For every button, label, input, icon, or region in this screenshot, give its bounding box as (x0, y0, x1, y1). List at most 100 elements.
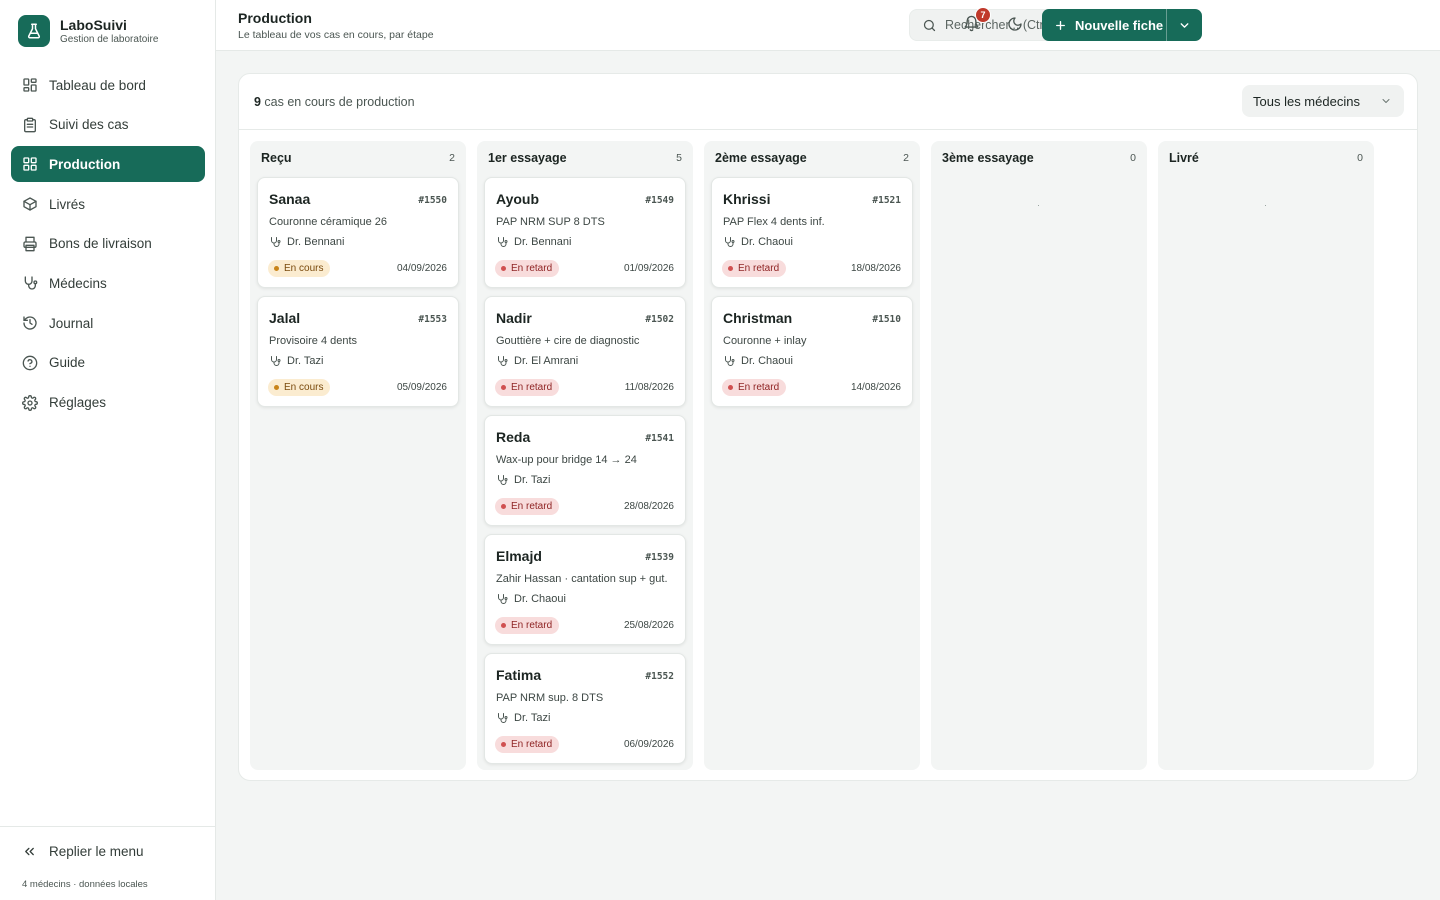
case-description: Couronne céramique 26 (269, 216, 388, 228)
dashboard-icon (22, 77, 38, 93)
status-label: En retard (738, 263, 780, 274)
column-title: 2ème essayage (715, 151, 807, 165)
case-doctor: Dr. Tazi (496, 474, 550, 486)
case-doctor: Dr. Chaoui (723, 355, 793, 367)
case-due-date: 11/08/2026 (624, 382, 674, 393)
case-patient-name: Nadir (496, 310, 532, 326)
column-count: 2 (903, 152, 909, 164)
sidebar-item-tableau-de-bord[interactable]: Tableau de bord (11, 67, 205, 103)
case-doctor-name: Dr. Chaoui (741, 355, 793, 367)
case-patient-name: Reda (496, 429, 531, 445)
status-dot (728, 266, 733, 271)
sidebar-item-journal[interactable]: Journal (11, 305, 205, 341)
case-patient-name: Fatima (496, 667, 542, 683)
sidebar-item-label: Médecins (49, 275, 107, 291)
column-count: 0 (1130, 152, 1136, 164)
collapse-menu-button[interactable]: Replier le menu (22, 844, 144, 859)
gear-icon (22, 394, 38, 411)
case-card[interactable]: Christman #1510 Couronne + inlay Dr. Chaoui… (711, 296, 913, 407)
status-badge: En retard (722, 379, 787, 396)
case-doctor: Dr. Chaoui (723, 236, 793, 248)
production-board: 9 cas en cours de production Tous les mé… (238, 73, 1418, 781)
kanban-column: 2ème essayage 2 Khrissi #1521 PAP Flex 4 den… (704, 141, 920, 770)
status-badge: En retard (495, 736, 560, 753)
column-header: Livré 0 (1158, 141, 1374, 175)
case-doctor: Dr. Bennani (496, 236, 571, 248)
status-label: En retard (738, 382, 780, 393)
case-card[interactable]: Jalal #1553 Provisoire 4 dents Dr. Tazi En c… (257, 296, 459, 407)
dark-mode-moon-icon[interactable] (1007, 16, 1025, 34)
sidebar-item-reglages[interactable]: Réglages (11, 385, 205, 421)
case-description: PAP NRM sup. 8 DTS (496, 692, 604, 704)
page-subtitle: Le tableau de vos cas en cours, par étap… (238, 29, 434, 41)
brand-name: LaboSuivi (60, 16, 127, 33)
case-due-date: 18/08/2026 (850, 263, 901, 274)
empty-column-marker (1265, 205, 1266, 206)
case-due-date: 05/09/2026 (396, 382, 447, 393)
status-badge: En retard (495, 379, 560, 396)
case-id: #1550 (418, 195, 447, 206)
stethoscope-icon (496, 236, 508, 248)
case-doctor-name: Dr. Bennani (287, 236, 345, 248)
case-due-date: 14/08/2026 (850, 382, 901, 393)
case-description: Wax-up pour bridge 14 → 24 (496, 454, 637, 466)
new-sheet-dropdown-button[interactable] (1166, 9, 1202, 41)
case-description: Zahir Hassan · cantation sup + gut. (496, 573, 668, 585)
case-card[interactable]: Nadir #1502 Gouttière + cire de diagnostic… (484, 296, 686, 407)
page-title: Production (238, 10, 312, 26)
stethoscope-icon (496, 474, 508, 486)
status-badge: En cours (268, 260, 331, 277)
brand[interactable]: LaboSuivi Gestion de laboratoire (18, 15, 158, 47)
case-card[interactable]: Fatima #1552 PAP NRM sup. 8 DTS Dr. Tazi En … (484, 653, 686, 764)
sidebar-item-bons-de-livraison[interactable]: Bons de livraison (11, 226, 205, 262)
sidebar-item-medecins[interactable]: Médecins (11, 265, 205, 301)
case-doctor: Dr. Bennani (269, 236, 344, 248)
case-card[interactable]: Elmajd #1539 Zahir Hassan · cantation sup … (484, 534, 686, 645)
status-label: En retard (511, 620, 553, 631)
sidebar-item-label: Journal (49, 315, 94, 331)
sidebar-item-suivi-des-cas[interactable]: Suivi des cas (11, 107, 205, 143)
doctor-filter-select[interactable]: Tous les médecins (1242, 85, 1404, 117)
case-card[interactable]: Khrissi #1521 PAP Flex 4 dents inf. Dr. Cha… (711, 177, 913, 288)
topbar: Production Le tableau de vos cas en cour… (216, 0, 1440, 51)
clipboard-icon (22, 117, 38, 133)
case-doctor-name: Dr. Tazi (287, 355, 324, 367)
column-count: 5 (676, 152, 682, 164)
sidebar-item-production[interactable]: Production (11, 146, 205, 183)
case-patient-name: Elmajd (496, 548, 542, 564)
case-card[interactable]: Sanaa #1550 Couronne céramique 26 Dr. Benna… (257, 177, 459, 288)
empty-column-marker (1038, 205, 1039, 206)
sidebar-item-label: Guide (49, 355, 86, 371)
sidebar-footer: Replier le menu 4 médecins · données loc… (0, 826, 216, 900)
case-doctor-name: Dr. Chaoui (514, 593, 566, 605)
case-doctor: Dr. El Amrani (496, 355, 578, 367)
column-header: Reçu 2 (250, 141, 466, 175)
kanban-column: Livré 0 (1158, 141, 1374, 770)
new-sheet-button[interactable]: Nouvelle fiche (1042, 9, 1166, 41)
stethoscope-icon (22, 275, 38, 291)
kanban-columns: Reçu 2 Sanaa #1550 Couronne céramique 26 Dr. … (250, 141, 1385, 770)
stethoscope-icon (269, 355, 281, 367)
sidebar-item-label: Réglages (49, 395, 107, 410)
stethoscope-icon (496, 712, 508, 724)
column-title: Livré (1169, 151, 1199, 165)
case-due-date: 04/09/2026 (396, 263, 447, 274)
case-patient-name: Khrissi (723, 191, 771, 207)
footer-note: 4 médecins · données locales (22, 879, 148, 890)
sidebar-item-livres[interactable]: Livrés (11, 186, 205, 222)
case-id: #1521 (872, 195, 901, 206)
kanban-column: 3ème essayage 0 (931, 141, 1147, 770)
case-card[interactable]: Ayoub #1549 PAP NRM SUP 8 DTS Dr. Bennani En… (484, 177, 686, 288)
sidebar-item-guide[interactable]: Guide (11, 345, 205, 381)
new-sheet-split-button: Nouvelle fiche (1042, 9, 1202, 41)
help-icon (22, 355, 38, 371)
doctor-filter-value: Tous les médecins (1253, 93, 1360, 109)
status-dot (274, 385, 279, 390)
case-card[interactable]: Reda #1541 Wax-up pour bridge 14 → 24 Dr. T… (484, 415, 686, 526)
case-doctor-name: Dr. Chaoui (741, 236, 793, 248)
case-patient-name: Christman (723, 310, 793, 326)
status-dot (501, 623, 506, 628)
case-doctor-name: Dr. Tazi (514, 474, 551, 486)
sidebar-nav: Tableau de bord Suivi des cas Production Li… (11, 67, 205, 424)
sidebar-item-label: Bons de livraison (49, 236, 152, 252)
